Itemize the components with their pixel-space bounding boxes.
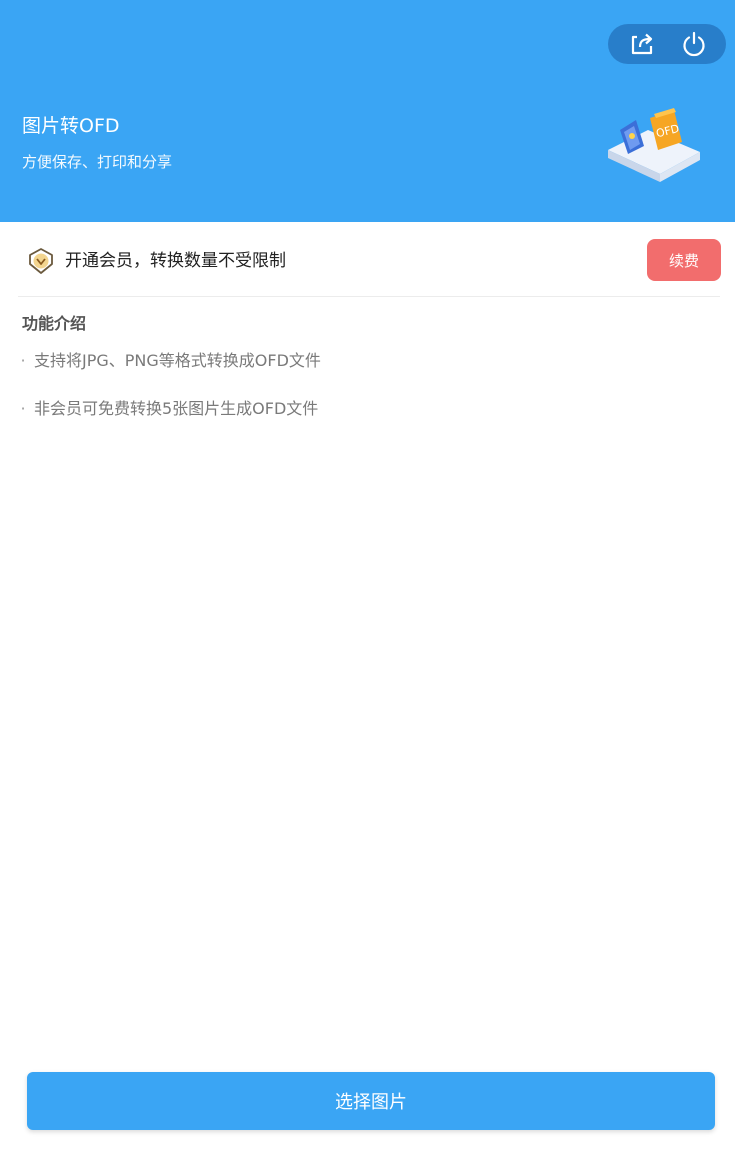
renew-button[interactable]: 续费 bbox=[647, 239, 721, 281]
mini-program-capsule bbox=[608, 24, 726, 64]
features-title: 功能介绍 bbox=[22, 314, 87, 333]
feature-item: · 非会员可免费转换5张图片生成OFD文件 bbox=[18, 397, 318, 421]
share-button[interactable] bbox=[616, 24, 668, 64]
page-title: 图片转OFD bbox=[22, 115, 120, 137]
page-subtitle: 方便保存、打印和分享 bbox=[22, 153, 173, 171]
share-icon bbox=[631, 33, 653, 55]
feature-item-text: 非会员可免费转换5张图片生成OFD文件 bbox=[34, 399, 319, 418]
divider bbox=[18, 296, 720, 297]
bullet-dot: · bbox=[20, 351, 26, 370]
ofd-illustration-icon: OFD bbox=[608, 108, 700, 182]
vip-promo-text: 开通会员，转换数量不受限制 bbox=[65, 251, 286, 271]
feature-item-text: 支持将JPG、PNG等格式转换成OFD文件 bbox=[34, 351, 321, 370]
power-button[interactable] bbox=[668, 24, 720, 64]
vip-diamond-icon bbox=[29, 248, 53, 274]
vip-banner[interactable]: 开通会员，转换数量不受限制 续费 bbox=[0, 222, 735, 296]
select-image-button[interactable]: 选择图片 bbox=[27, 1072, 715, 1130]
header-banner: 图片转OFD 方便保存、打印和分享 OFD bbox=[0, 0, 735, 222]
power-icon bbox=[683, 31, 705, 57]
feature-item: · 支持将JPG、PNG等格式转换成OFD文件 bbox=[18, 349, 321, 373]
bullet-dot: · bbox=[20, 399, 26, 418]
